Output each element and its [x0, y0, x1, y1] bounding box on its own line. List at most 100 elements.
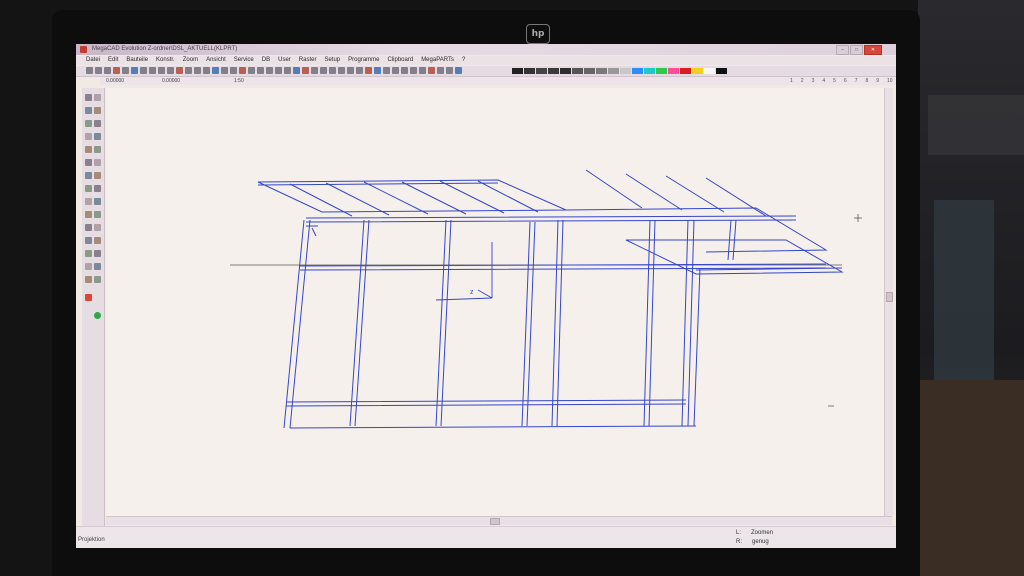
palette-swatch[interactable] — [608, 68, 619, 74]
sidebar-tool-icon[interactable] — [94, 107, 101, 114]
toolbar-tool-icon[interactable] — [311, 67, 318, 74]
horizontal-scroll-thumb[interactable] — [490, 518, 500, 525]
sidebar-tool-icon[interactable] — [85, 94, 92, 101]
toolbar-tool-icon[interactable] — [104, 67, 111, 74]
menu-datei[interactable]: Datei — [86, 56, 100, 65]
menu-help[interactable]: ? — [462, 56, 465, 65]
sidebar-tool-icon[interactable] — [94, 133, 101, 140]
sidebar-tool-icon[interactable] — [85, 198, 92, 205]
toolbar-tool-icon[interactable] — [257, 67, 264, 74]
palette-swatch[interactable] — [620, 68, 631, 74]
sidebar-tool-icon[interactable] — [94, 211, 101, 218]
toolbar-tool-icon[interactable] — [284, 67, 291, 74]
red-g-icon[interactable] — [85, 294, 92, 301]
toolbar-tool-icon[interactable] — [122, 67, 129, 74]
toolbar-tool-icon[interactable] — [374, 67, 381, 74]
drawing-canvas[interactable]: z — [106, 88, 886, 516]
toolbar-tool-icon[interactable] — [212, 67, 219, 74]
toolbar-tool-icon[interactable] — [95, 67, 102, 74]
sidebar-tool-icon[interactable] — [94, 185, 101, 192]
toolbar-tool-icon[interactable] — [275, 67, 282, 74]
vertical-scrollbar[interactable] — [884, 88, 893, 516]
toolbar-tool-icon[interactable] — [158, 67, 165, 74]
sidebar-tool-icon[interactable] — [85, 133, 92, 140]
sidebar-tool-icon[interactable] — [94, 172, 101, 179]
toolbar-tool-icon[interactable] — [437, 67, 444, 74]
palette-swatch[interactable] — [584, 68, 595, 74]
menu-programme[interactable]: Programme — [348, 56, 379, 65]
menu-megaparts[interactable]: MegaPARTs — [421, 56, 454, 65]
maximize-button[interactable]: □ — [850, 45, 863, 55]
sidebar-tool-icon[interactable] — [94, 276, 101, 283]
palette-swatch[interactable] — [680, 68, 691, 74]
sidebar-tool-icon[interactable] — [94, 224, 101, 231]
menu-setup[interactable]: Setup — [324, 56, 340, 65]
menu-zoom[interactable]: Zoom — [183, 56, 198, 65]
sidebar-tool-icon[interactable] — [85, 237, 92, 244]
toolbar-tool-icon[interactable] — [113, 67, 120, 74]
toolbar-tool-icon[interactable] — [266, 67, 273, 74]
toolbar-tool-icon[interactable] — [239, 67, 246, 74]
sidebar-tool-icon[interactable] — [85, 224, 92, 231]
sidebar-tool-icon[interactable] — [85, 120, 92, 127]
green-arrow-icon[interactable] — [94, 312, 101, 319]
sidebar-tool-icon[interactable] — [85, 250, 92, 257]
palette-swatch[interactable] — [536, 68, 547, 74]
palette-swatch[interactable] — [704, 68, 715, 74]
palette-swatch[interactable] — [524, 68, 535, 74]
toolbar-tool-icon[interactable] — [176, 67, 183, 74]
sidebar-tool-icon[interactable] — [85, 276, 92, 283]
toolbar-tool-icon[interactable] — [365, 67, 372, 74]
palette-swatch[interactable] — [644, 68, 655, 74]
toolbar-tool-icon[interactable] — [221, 67, 228, 74]
menu-ansicht[interactable]: Ansicht — [206, 56, 226, 65]
menu-bauteile[interactable]: Bauteile — [126, 56, 148, 65]
toolbar-tool-icon[interactable] — [446, 67, 453, 74]
toolbar-tool-icon[interactable] — [410, 67, 417, 74]
toolbar-tool-icon[interactable] — [428, 67, 435, 74]
sidebar-tool-icon[interactable] — [85, 211, 92, 218]
sidebar-tool-icon[interactable] — [94, 250, 101, 257]
toolbar-tool-icon[interactable] — [140, 67, 147, 74]
sidebar-tool-icon[interactable] — [85, 263, 92, 270]
menu-konstr[interactable]: Konstr. — [156, 56, 175, 65]
palette-swatch[interactable] — [512, 68, 523, 74]
toolbar-tool-icon[interactable] — [149, 67, 156, 74]
sidebar-tool-icon[interactable] — [85, 185, 92, 192]
toolbar-tool-icon[interactable] — [356, 67, 363, 74]
palette-swatch[interactable] — [692, 68, 703, 74]
toolbar-tool-icon[interactable] — [248, 67, 255, 74]
sidebar-tool-icon[interactable] — [94, 120, 101, 127]
toolbar-tool-icon[interactable] — [302, 67, 309, 74]
sidebar-tool-icon[interactable] — [85, 172, 92, 179]
sidebar-tool-icon[interactable] — [94, 159, 101, 166]
palette-swatch[interactable] — [548, 68, 559, 74]
toolbar-tool-icon[interactable] — [320, 67, 327, 74]
toolbar-tool-icon[interactable] — [329, 67, 336, 74]
sidebar-tool-icon[interactable] — [94, 94, 101, 101]
title-bar[interactable]: MegaCAD Evolution Z-ordner\DSL_AKTUELL(K… — [76, 44, 896, 55]
toolbar-tool-icon[interactable] — [347, 67, 354, 74]
palette-swatch[interactable] — [716, 68, 727, 74]
sidebar-tool-icon[interactable] — [85, 107, 92, 114]
toolbar-tool-icon[interactable] — [392, 67, 399, 74]
sidebar-tool-icon[interactable] — [94, 237, 101, 244]
sidebar-tool-icon[interactable] — [85, 146, 92, 153]
toolbar-tool-icon[interactable] — [185, 67, 192, 74]
sidebar-tool-icon[interactable] — [94, 146, 101, 153]
menu-clipboard[interactable]: Clipboard — [388, 56, 414, 65]
toolbar-tool-icon[interactable] — [455, 67, 462, 74]
menu-db[interactable]: DB — [262, 56, 270, 65]
palette-swatch[interactable] — [596, 68, 607, 74]
palette-swatch[interactable] — [632, 68, 643, 74]
toolbar-tool-icon[interactable] — [203, 67, 210, 74]
palette-swatch[interactable] — [572, 68, 583, 74]
toolbar-tool-icon[interactable] — [86, 67, 93, 74]
menu-user[interactable]: User — [278, 56, 291, 65]
toolbar-tool-icon[interactable] — [230, 67, 237, 74]
vertical-scroll-thumb[interactable] — [886, 292, 893, 302]
palette-swatch[interactable] — [560, 68, 571, 74]
menu-edit[interactable]: Edit — [108, 56, 118, 65]
toolbar-tool-icon[interactable] — [131, 67, 138, 74]
palette-swatch[interactable] — [656, 68, 667, 74]
